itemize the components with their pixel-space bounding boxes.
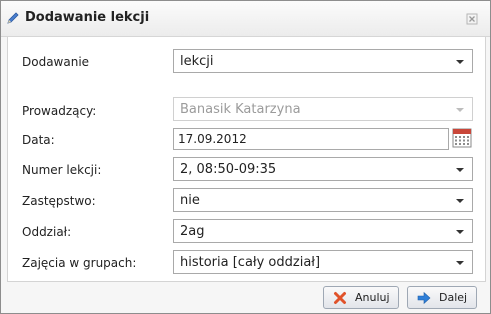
mode-label: Dodawanie <box>22 55 90 69</box>
dialog-window: Dodawanie lekcji Dodawanie lekcji Prowad… <box>0 0 491 314</box>
dialog-titlebar: Dodawanie lekcji <box>1 1 490 37</box>
lesson-number-label: Numer lekcji: <box>22 163 102 177</box>
close-glyph <box>466 13 478 25</box>
calendar-icon[interactable] <box>452 128 472 148</box>
group-lessons-select[interactable]: historia [cały oddział] <box>173 250 473 274</box>
next-button-label: Dalej <box>439 291 468 304</box>
chevron-down-icon <box>456 199 464 203</box>
date-value: 17.09.2012 <box>178 132 247 146</box>
arrow-right-icon <box>417 291 431 305</box>
close-icon[interactable] <box>466 13 478 25</box>
substitution-label: Zastępstwo: <box>22 194 96 208</box>
chevron-down-icon <box>456 261 464 265</box>
chevron-down-icon <box>456 230 464 234</box>
date-field[interactable]: 17.09.2012 <box>173 128 449 150</box>
teacher-select: Banasik Katarzyna <box>173 97 473 121</box>
mode-value: lekcji <box>180 54 214 69</box>
class-value: 2ag <box>180 224 205 239</box>
group-lessons-label: Zajęcia w grupach: <box>22 256 137 270</box>
lesson-number-value: 2, 08:50-09:35 <box>180 162 277 177</box>
next-button[interactable]: Dalej <box>407 286 477 309</box>
class-label: Oddział: <box>22 225 72 239</box>
chevron-down-icon <box>456 60 464 64</box>
chevron-down-icon <box>456 168 464 172</box>
teacher-label: Prowadzący: <box>22 104 97 118</box>
cancel-button-label: Anuluj <box>355 291 390 304</box>
substitution-select[interactable]: nie <box>173 188 473 212</box>
cancel-button[interactable]: Anuluj <box>323 286 399 309</box>
date-label: Data: <box>22 133 55 147</box>
chevron-down-icon <box>456 108 464 112</box>
substitution-value: nie <box>180 193 200 208</box>
mode-select[interactable]: lekcji <box>173 49 473 73</box>
group-lessons-value: historia [cały oddział] <box>180 255 321 270</box>
teacher-value: Banasik Katarzyna <box>180 102 301 117</box>
cross-icon <box>334 292 346 304</box>
dialog-title: Dodawanie lekcji <box>25 10 150 25</box>
class-select[interactable]: 2ag <box>173 219 473 243</box>
lesson-number-select[interactable]: 2, 08:50-09:35 <box>173 157 473 181</box>
pencil-icon <box>7 12 19 24</box>
